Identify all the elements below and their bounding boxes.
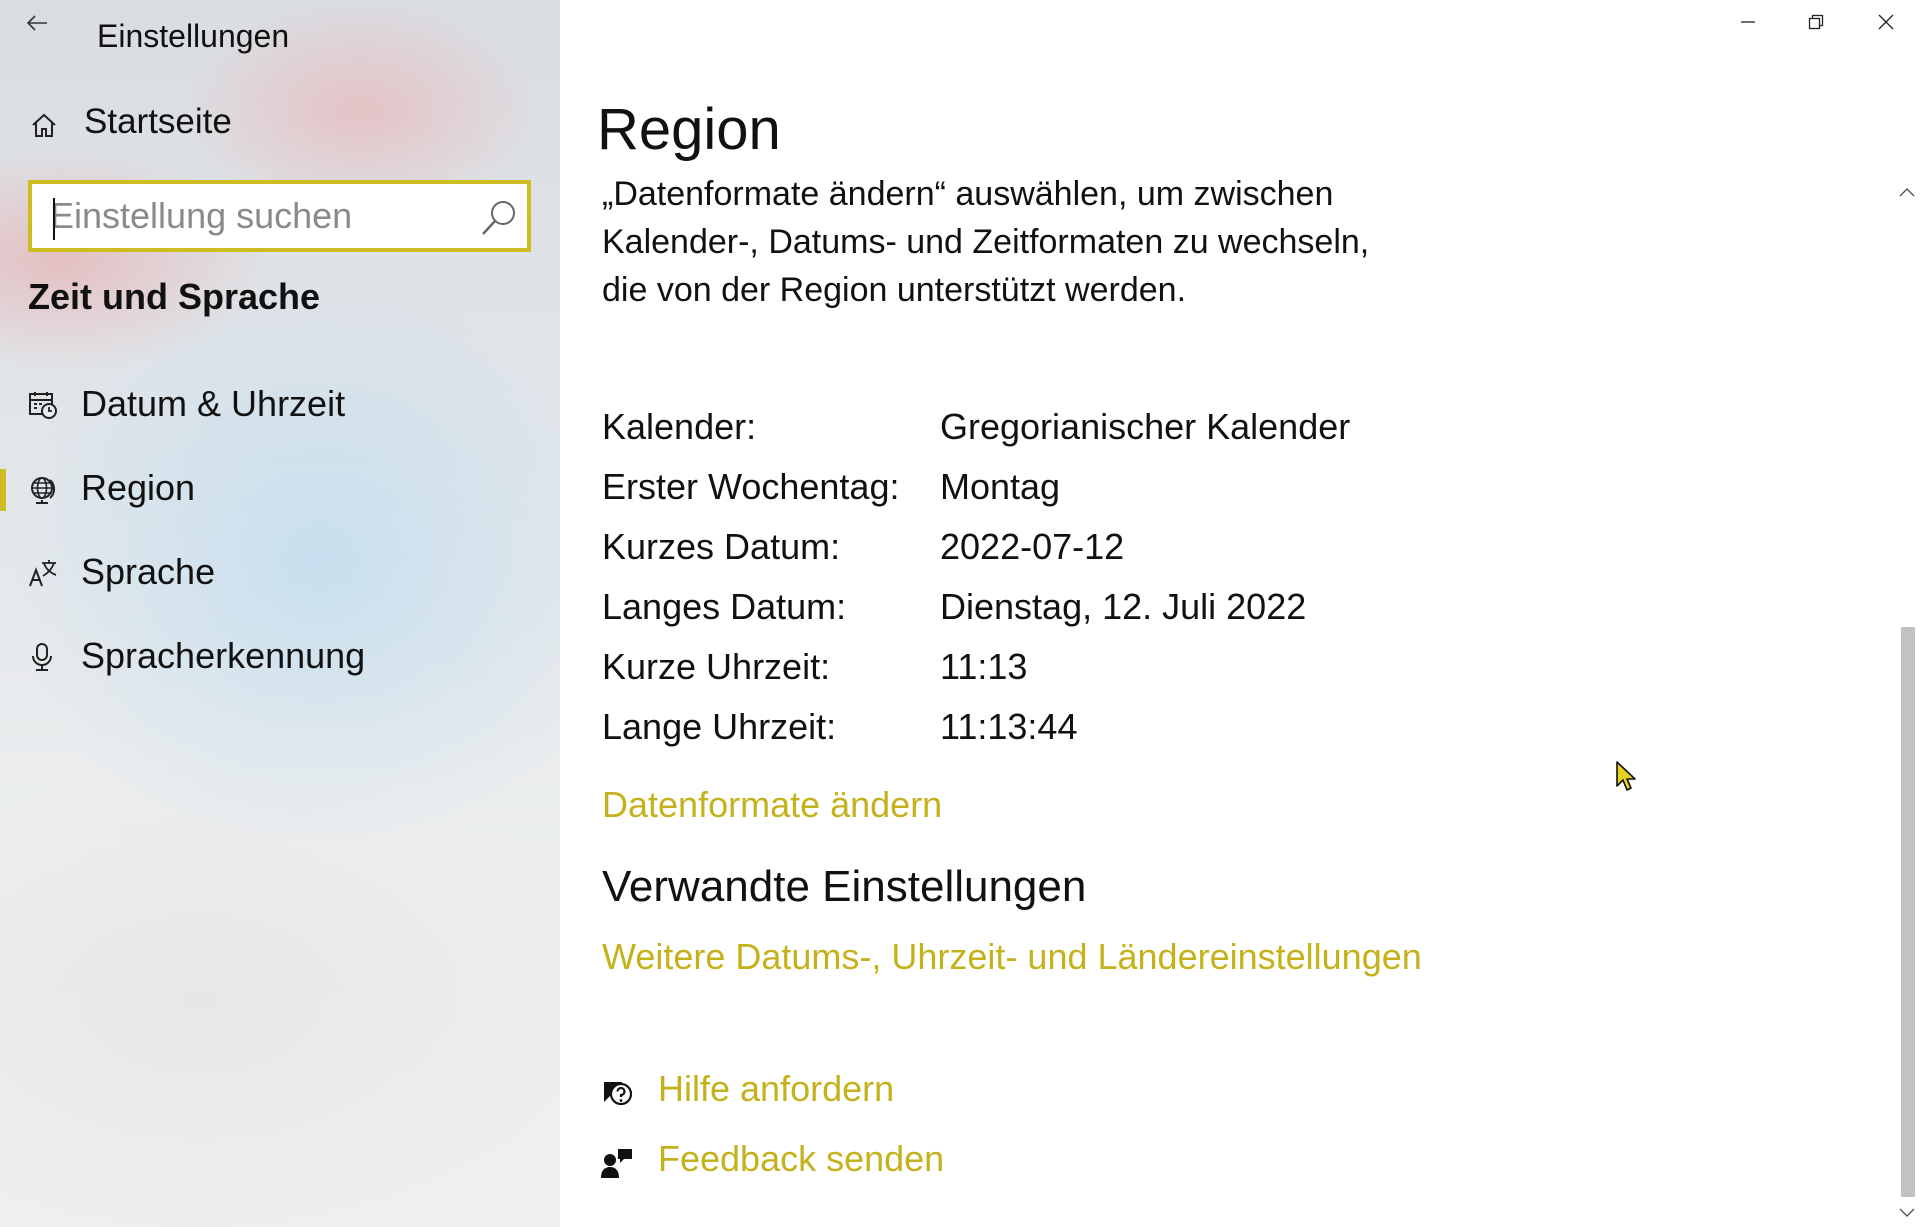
sidebar-item-home[interactable]: Startseite (0, 96, 560, 150)
feedback-icon (601, 1149, 632, 1178)
settings-window: Einstellungen Startseite Zeit und Sprach… (0, 0, 1920, 1227)
additional-date-time-region-link[interactable]: Weitere Datums-, Uhrzeit- und Ländereins… (602, 936, 1422, 978)
format-key: Kurzes Datum: (602, 526, 841, 567)
vertical-scrollbar[interactable] (1894, 178, 1920, 1227)
send-feedback-link[interactable]: Feedback senden (658, 1138, 944, 1180)
format-value: 2022-07-12 (940, 526, 1125, 567)
format-value: Montag (940, 466, 1061, 507)
format-key: Erster Wochentag: (602, 466, 900, 507)
restore-button[interactable] (1782, 0, 1850, 44)
search-icon[interactable] (479, 198, 519, 238)
sidebar: Einstellungen Startseite Zeit und Sprach… (0, 0, 560, 1227)
close-icon (1878, 14, 1894, 30)
sidebar-item-region[interactable]: Region (0, 457, 560, 521)
sidebar-item-label: Datum & Uhrzeit (81, 383, 346, 424)
sidebar-item-label: Spracherkennung (81, 635, 366, 676)
scroll-up-button[interactable] (1894, 178, 1920, 206)
format-value: Dienstag, 12. Juli 2022 (940, 586, 1307, 627)
help-row: Hilfe anfordern (600, 1068, 1200, 1118)
home-icon (32, 113, 56, 137)
sidebar-item-label: Region (81, 467, 196, 508)
format-row-short-time: Kurze Uhrzeit: 11:13 (602, 646, 1502, 696)
minimize-button[interactable] (1714, 0, 1782, 44)
close-button[interactable] (1852, 0, 1920, 44)
search-box[interactable] (28, 180, 531, 252)
format-row-long-date: Langes Datum: Dienstag, 12. Juli 2022 (602, 586, 1502, 636)
restore-icon (1808, 14, 1824, 30)
search-input[interactable] (50, 192, 470, 240)
format-key: Lange Uhrzeit: (602, 706, 837, 747)
back-arrow-icon (26, 15, 47, 31)
get-help-link[interactable]: Hilfe anfordern (658, 1068, 894, 1110)
section-heading: Zeit und Sprache (28, 276, 321, 317)
calendar-clock-icon (29, 392, 57, 419)
chevron-down-icon (1899, 1208, 1915, 1217)
language-icon (29, 560, 57, 587)
format-row-long-time: Lange Uhrzeit: 11:13:44 (602, 706, 1502, 756)
selection-indicator (0, 469, 6, 511)
format-key: Kalender: (602, 406, 757, 447)
help-chat-icon (604, 1082, 633, 1106)
app-title: Einstellungen (97, 18, 290, 54)
sidebar-item-datum-uhrzeit[interactable]: Datum & Uhrzeit (0, 373, 560, 437)
format-row-short-date: Kurzes Datum: 2022-07-12 (602, 526, 1502, 576)
sidebar-item-sprache[interactable]: Sprache (0, 541, 560, 605)
sidebar-item-spracherkennung[interactable]: Spracherkennung (0, 625, 560, 689)
feedback-row: Feedback senden (600, 1138, 1200, 1188)
scroll-down-button[interactable] (1894, 1199, 1920, 1227)
chevron-up-icon (1899, 188, 1915, 197)
back-button[interactable] (20, 8, 54, 38)
main-content: Region „Datenformate ändern“ auswählen, … (560, 0, 1920, 1227)
format-value: Gregorianischer Kalender (940, 406, 1351, 447)
microphone-icon (32, 643, 52, 671)
page-title: Region (597, 97, 781, 162)
format-row-first-weekday: Erster Wochentag: Montag (602, 466, 1502, 516)
globe-icon (31, 477, 56, 504)
related-settings-heading: Verwandte Einstellungen (602, 862, 1087, 911)
scroll-thumb[interactable] (1901, 627, 1915, 1197)
minimize-icon (1741, 21, 1755, 23)
format-key: Kurze Uhrzeit: (602, 646, 831, 687)
format-key: Langes Datum: (602, 586, 847, 627)
region-description: „Datenformate ändern“ auswählen, um zwis… (602, 175, 1370, 309)
text-caret (53, 198, 55, 240)
sidebar-item-label: Startseite (84, 102, 232, 141)
format-value: 11:13 (940, 646, 1028, 687)
format-row-calendar: Kalender: Gregorianischer Kalender (602, 406, 1502, 456)
change-data-formats-link[interactable]: Datenformate ändern (602, 784, 942, 826)
sidebar-item-label: Sprache (81, 551, 216, 592)
mouse-pointer-icon (1616, 761, 1636, 791)
format-value: 11:13:44 (940, 706, 1078, 747)
